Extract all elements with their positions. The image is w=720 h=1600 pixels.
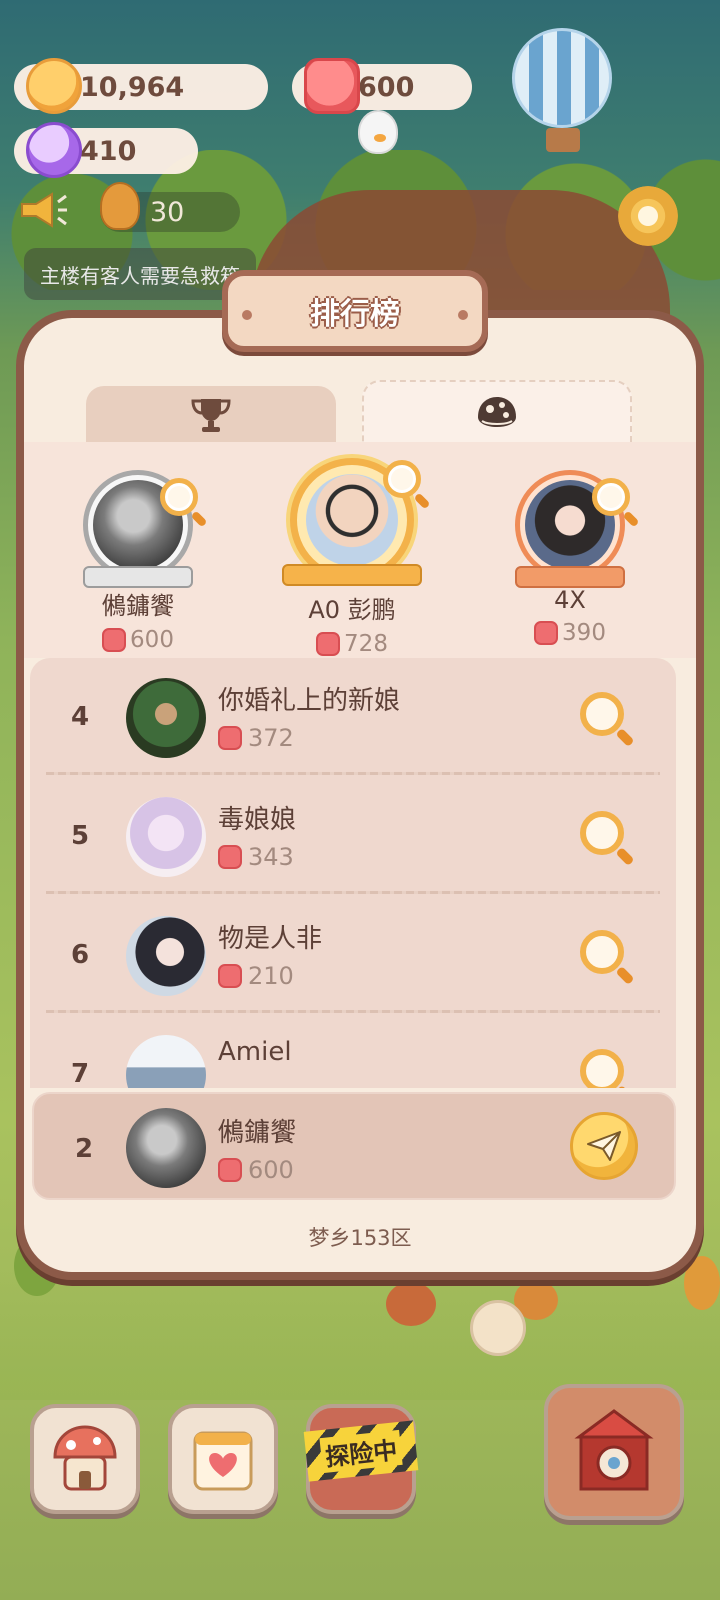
duck-character — [358, 110, 398, 154]
rank-number: 6 — [70, 940, 90, 970]
jelly-icon — [304, 58, 360, 114]
ticket-value: 30 — [150, 196, 185, 228]
bronze-ribbon — [515, 566, 625, 588]
settings-gear-icon[interactable] — [618, 186, 678, 246]
player-name: 鵂鏞饗 — [218, 1118, 297, 1148]
player-score: 343 — [218, 843, 294, 871]
hotel-button[interactable] — [30, 1404, 140, 1514]
list-item[interactable]: 5 毒娘娘 343 — [30, 777, 676, 896]
magnifier-icon[interactable] — [580, 811, 624, 855]
hotel-icon — [53, 1425, 117, 1491]
background-ground — [0, 1270, 720, 1400]
avatar — [126, 916, 206, 996]
magnifier-icon[interactable] — [592, 478, 630, 516]
tab-cookie[interactable] — [362, 380, 632, 444]
jelly-icon — [218, 964, 242, 988]
circus-button[interactable] — [544, 1384, 684, 1520]
player-score: 210 — [218, 962, 294, 990]
player-name: Amiel — [218, 1037, 292, 1067]
jelly-icon — [316, 632, 341, 656]
player-score: 600 — [218, 1156, 294, 1184]
podium-score: 728 — [252, 631, 452, 657]
cookie-coin-counter[interactable]: 10,964 — [14, 58, 268, 114]
gem-icon — [26, 122, 82, 178]
calendar-heart-icon — [193, 1431, 253, 1491]
row-divider — [46, 772, 660, 775]
magnifier-icon[interactable] — [160, 478, 198, 516]
jelly-icon — [218, 1158, 242, 1182]
rank-number: 4 — [70, 702, 90, 732]
gingerbread-ticket-icon — [100, 182, 140, 230]
avatar — [126, 1108, 206, 1188]
leaderboard-title: 排行榜 — [310, 297, 400, 332]
row-divider — [46, 891, 660, 894]
megaphone-icon[interactable] — [18, 190, 68, 230]
magnifier-icon[interactable] — [580, 930, 624, 974]
jelly-icon — [534, 621, 559, 645]
hot-air-balloon — [512, 28, 612, 128]
jelly-icon — [218, 845, 242, 869]
ticket-counter[interactable]: 30 — [100, 182, 240, 232]
circus-tent-icon — [574, 1409, 654, 1491]
balloon-basket — [546, 128, 580, 152]
notice-text: 主楼有客人需要急救箱 — [40, 263, 240, 288]
ranking-list[interactable]: 4 你婚礼上的新娘 372 5 毒娘娘 343 6 物是人非 210 7 Ami… — [30, 658, 676, 1088]
podium-score: 600 — [38, 627, 238, 653]
podium-rank-2[interactable]: 鵂鏞饗 600 — [38, 470, 238, 653]
gingerbread-character — [684, 1256, 720, 1310]
magnifier-icon[interactable] — [383, 460, 421, 498]
calendar-button[interactable] — [168, 1404, 278, 1514]
podium-score: 390 — [470, 620, 670, 646]
gem-counter[interactable]: 410 — [14, 122, 198, 178]
cookie-coin-icon — [26, 58, 82, 114]
leaderboard-title-plate: 排行榜 — [222, 270, 488, 352]
my-rank-row[interactable]: 2 鵂鏞饗 600 — [32, 1092, 676, 1200]
list-item[interactable]: 6 物是人非 210 — [30, 896, 676, 1015]
podium-name: A0 彭鹏 — [308, 596, 396, 624]
explore-label: 探险中 — [319, 1429, 403, 1473]
gingerbread-character — [386, 1282, 436, 1326]
magnifier-icon[interactable] — [580, 692, 624, 736]
jelly-icon — [218, 726, 242, 750]
jelly-value: 600 — [358, 71, 415, 103]
player-score: 372 — [218, 724, 294, 752]
cookie-icon — [478, 397, 516, 427]
avatar — [126, 678, 206, 758]
cookie-character — [470, 1300, 526, 1356]
trophy-icon — [191, 399, 231, 432]
server-label: 梦乡153区 — [308, 1226, 412, 1250]
rank-number: 5 — [70, 821, 90, 851]
podium-rank-3[interactable]: 4X 390 — [470, 470, 670, 646]
player-name: 你婚礼上的新娘 — [218, 686, 401, 716]
avatar — [126, 1035, 206, 1088]
podium-rank-1[interactable]: A0 彭鹏 728 — [252, 458, 452, 657]
player-name: 物是人非 — [218, 924, 323, 954]
podium-name: 4X — [554, 586, 586, 614]
jelly-counter[interactable]: 600 — [292, 58, 472, 114]
jelly-icon — [102, 628, 127, 652]
rank-number: 2 — [74, 1134, 94, 1164]
player-name: 毒娘娘 — [218, 805, 297, 835]
gold-ribbon — [282, 564, 422, 586]
list-item[interactable]: 7 Amiel — [30, 1015, 676, 1088]
magnifier-icon[interactable] — [580, 1049, 624, 1088]
paper-plane-icon — [587, 1131, 621, 1161]
cookie-coin-value: 10,964 — [80, 71, 185, 103]
gem-value: 410 — [80, 135, 137, 167]
row-divider — [46, 1010, 660, 1013]
avatar — [126, 797, 206, 877]
rank-number: 7 — [70, 1059, 90, 1088]
silver-ribbon — [83, 566, 193, 588]
list-item[interactable]: 4 你婚礼上的新娘 372 — [30, 658, 676, 777]
tab-trophy[interactable] — [86, 386, 336, 444]
share-button[interactable] — [570, 1112, 638, 1180]
podium-name: 鵂鏞饗 — [102, 592, 174, 620]
